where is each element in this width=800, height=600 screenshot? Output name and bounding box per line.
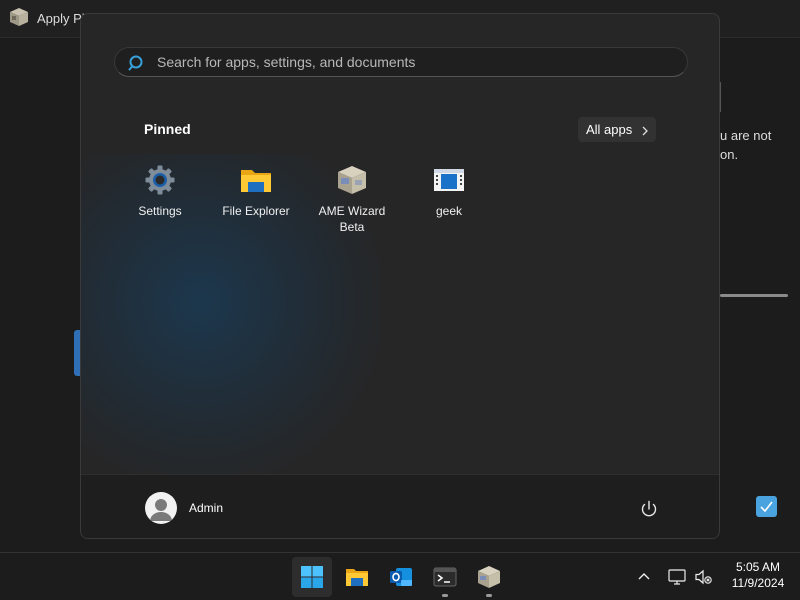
taskbar-ame-wizard[interactable]	[469, 557, 509, 597]
search-icon	[128, 54, 146, 72]
pinned-app-file-explorer[interactable]: File Explorer	[214, 162, 298, 242]
search-box[interactable]	[114, 47, 688, 77]
start-menu-footer: Admin	[81, 474, 719, 538]
app-label: File Explorer	[222, 204, 290, 218]
user-name: Admin	[189, 501, 224, 515]
pinned-app-settings[interactable]: Settings	[118, 162, 202, 242]
ame-wizard-box-icon	[478, 566, 500, 588]
user-account-button[interactable]: Admin	[141, 491, 281, 525]
running-indicator	[442, 594, 448, 597]
app-label: geek	[435, 204, 463, 218]
background-window-text: u are not on.	[720, 126, 771, 164]
network-icon[interactable]	[667, 567, 687, 587]
background-window-title: Apply Pl	[37, 11, 85, 26]
all-apps-label: All apps	[586, 122, 633, 137]
volume-muted-icon[interactable]	[694, 567, 714, 587]
app-label: Settings	[138, 204, 182, 218]
user-avatar-icon	[145, 492, 177, 524]
mouse-cursor-icon	[314, 594, 322, 600]
ame-wizard-box-icon	[336, 164, 368, 196]
background-text-line: u are not	[720, 128, 772, 143]
windows-start-icon	[301, 566, 323, 588]
background-text-line: on.	[720, 147, 739, 162]
pinned-app-ame-wizard-beta[interactable]: AME Wizard Beta	[310, 162, 394, 242]
pinned-heading: Pinned	[144, 121, 191, 137]
show-hidden-icons-chevron-up-icon[interactable]	[636, 569, 652, 585]
power-icon[interactable]	[637, 497, 661, 521]
ame-wizard-box-icon	[9, 7, 29, 27]
divider	[720, 82, 721, 112]
folder-icon	[346, 569, 368, 586]
checkbox[interactable]	[756, 496, 777, 517]
app-label: AME Wizard Beta	[318, 204, 386, 234]
taskbar: 5:05 AM 11/9/2024	[0, 552, 800, 600]
settings-gear-icon	[144, 164, 176, 196]
taskbar-terminal[interactable]	[425, 557, 465, 597]
taskbar-start-button[interactable]	[292, 557, 332, 597]
checkmark-icon	[760, 501, 773, 513]
search-input[interactable]	[157, 48, 677, 76]
start-menu: Pinned All apps	[80, 13, 720, 539]
clock-time: 5:05 AM	[735, 560, 781, 574]
outlook-new-icon	[390, 568, 412, 586]
running-indicator	[486, 594, 492, 597]
taskbar-outlook-new[interactable]	[381, 557, 421, 597]
terminal-icon	[433, 567, 457, 587]
chevron-right-icon	[640, 124, 650, 136]
folder-icon	[240, 164, 272, 196]
taskbar-file-explorer[interactable]	[337, 557, 377, 597]
geek-app-icon	[433, 164, 465, 196]
pinned-app-geek[interactable]: geek	[407, 162, 491, 242]
all-apps-button[interactable]: All apps	[578, 117, 656, 142]
progress-bar	[720, 294, 788, 297]
system-clock[interactable]: 5:05 AM 11/9/2024	[718, 559, 798, 591]
clock-date: 11/9/2024	[731, 576, 785, 590]
